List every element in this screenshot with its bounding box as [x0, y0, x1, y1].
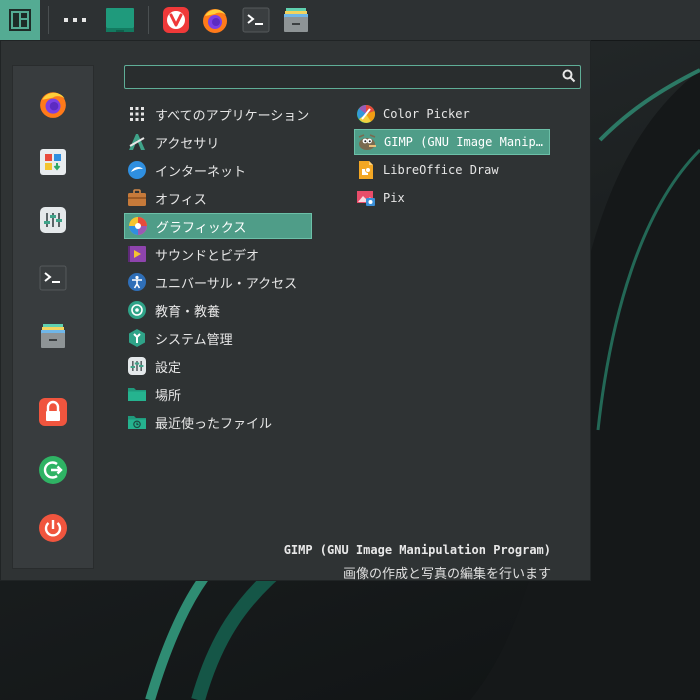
- category-label: 最近使ったファイル: [155, 416, 273, 432]
- briefcase-icon: [127, 188, 147, 208]
- sidebar-software-button[interactable]: [37, 146, 69, 178]
- internet-icon: [127, 160, 147, 180]
- settings-icon: [127, 356, 147, 376]
- taskbar-firefox-button[interactable]: [196, 0, 234, 40]
- category-universal-access[interactable]: ユニバーサル・アクセス: [124, 269, 312, 295]
- category-accessories[interactable]: アクセサリ: [124, 129, 312, 155]
- favorites-sidebar: [12, 65, 94, 569]
- file-cabinet-icon: [284, 8, 308, 32]
- sidebar-lock-button[interactable]: [37, 396, 69, 428]
- firefox-icon: [203, 9, 227, 33]
- lock-icon: [39, 398, 67, 426]
- sidebar-terminal-button[interactable]: [37, 262, 69, 294]
- recent-folder-icon: [127, 412, 147, 432]
- category-label: 教育・教養: [155, 304, 221, 320]
- panel-separator: [148, 6, 149, 34]
- accessories-icon: [127, 132, 147, 152]
- graphics-icon: [128, 216, 148, 236]
- app-label: LibreOffice Draw: [383, 163, 499, 177]
- app-libreoffice-draw[interactable]: LibreOffice Draw: [354, 157, 550, 183]
- app-label: Color Picker: [383, 107, 470, 121]
- system-icon: [127, 328, 147, 348]
- category-all-apps[interactable]: すべてのアプリケーション: [124, 101, 312, 127]
- app-pix[interactable]: Pix: [354, 185, 550, 211]
- sidebar-logout-button[interactable]: [37, 454, 69, 486]
- file-cabinet-icon: [41, 324, 65, 348]
- multimedia-icon: [127, 244, 147, 264]
- taskbar-vivaldi-button[interactable]: [158, 0, 194, 40]
- app-label: GIMP (GNU Image Manip…: [384, 135, 543, 149]
- sidebar-firefox-button[interactable]: [37, 88, 69, 120]
- firefox-icon: [40, 92, 66, 118]
- panel-separator: [48, 6, 49, 34]
- folder-icon: [127, 384, 147, 404]
- power-icon: [39, 514, 67, 542]
- libreoffice-draw-icon: [356, 160, 376, 180]
- selected-app-title: GIMP (GNU Image Manipulation Program): [283, 543, 551, 557]
- search-icon: [562, 69, 576, 83]
- app-label: Pix: [383, 191, 405, 205]
- category-education[interactable]: 教育・教養: [124, 297, 312, 323]
- top-panel: [0, 0, 700, 41]
- taskbar-files-button[interactable]: [278, 0, 314, 40]
- taskbar-menu-button[interactable]: [0, 0, 40, 40]
- app-gimp[interactable]: GIMP (GNU Image Manip…: [354, 129, 550, 155]
- selected-app-description: 画像の作成と写真の編集を行います: [342, 567, 551, 582]
- category-places[interactable]: 場所: [124, 381, 312, 407]
- color-picker-icon: [356, 104, 376, 124]
- sidebar-settings-button[interactable]: [37, 204, 69, 236]
- settings-sliders-icon: [40, 207, 66, 233]
- desktop-icon: [106, 8, 134, 32]
- sidebar-files-button[interactable]: [37, 320, 69, 352]
- category-label: ユニバーサル・アクセス: [155, 276, 298, 292]
- taskbar-show-apps-button[interactable]: [58, 0, 92, 40]
- software-store-icon: [40, 149, 66, 175]
- grid-icon: [127, 104, 147, 124]
- category-label: グラフィックス: [156, 220, 247, 236]
- category-label: アクセサリ: [155, 136, 220, 152]
- category-internet[interactable]: インターネット: [124, 157, 312, 183]
- category-recent-files[interactable]: 最近使ったファイル: [124, 409, 312, 435]
- taskbar-terminal-button[interactable]: [238, 0, 274, 40]
- application-menu: すべてのアプリケーション アクセサリ インターネット オフィス グラフィックス …: [0, 40, 591, 582]
- logout-icon: [39, 456, 67, 484]
- app-color-picker[interactable]: Color Picker: [354, 101, 550, 127]
- category-label: 場所: [155, 388, 182, 404]
- vivaldi-icon: [163, 7, 189, 33]
- terminal-icon: [39, 265, 67, 291]
- category-system-admin[interactable]: システム管理: [124, 325, 312, 351]
- category-label: サウンドとビデオ: [155, 248, 260, 264]
- taskbar-desktop-button[interactable]: [100, 0, 140, 40]
- category-settings[interactable]: 設定: [124, 353, 312, 379]
- category-graphics[interactable]: グラフィックス: [124, 213, 312, 239]
- terminal-icon: [242, 7, 270, 33]
- category-sound-video[interactable]: サウンドとビデオ: [124, 241, 312, 267]
- sidebar-power-button[interactable]: [37, 512, 69, 544]
- accessibility-icon: [127, 272, 147, 292]
- dots-icon: [64, 18, 86, 22]
- gimp-icon: [357, 132, 377, 152]
- search-input[interactable]: [124, 65, 581, 89]
- manjaro-menu-icon: [9, 9, 31, 31]
- category-label: システム管理: [155, 332, 233, 348]
- pix-icon: [356, 188, 376, 208]
- category-label: すべてのアプリケーション: [155, 108, 310, 124]
- category-label: インターネット: [155, 164, 247, 180]
- category-label: オフィス: [155, 192, 207, 208]
- education-icon: [127, 300, 147, 320]
- category-label: 設定: [155, 360, 182, 376]
- category-office[interactable]: オフィス: [124, 185, 312, 211]
